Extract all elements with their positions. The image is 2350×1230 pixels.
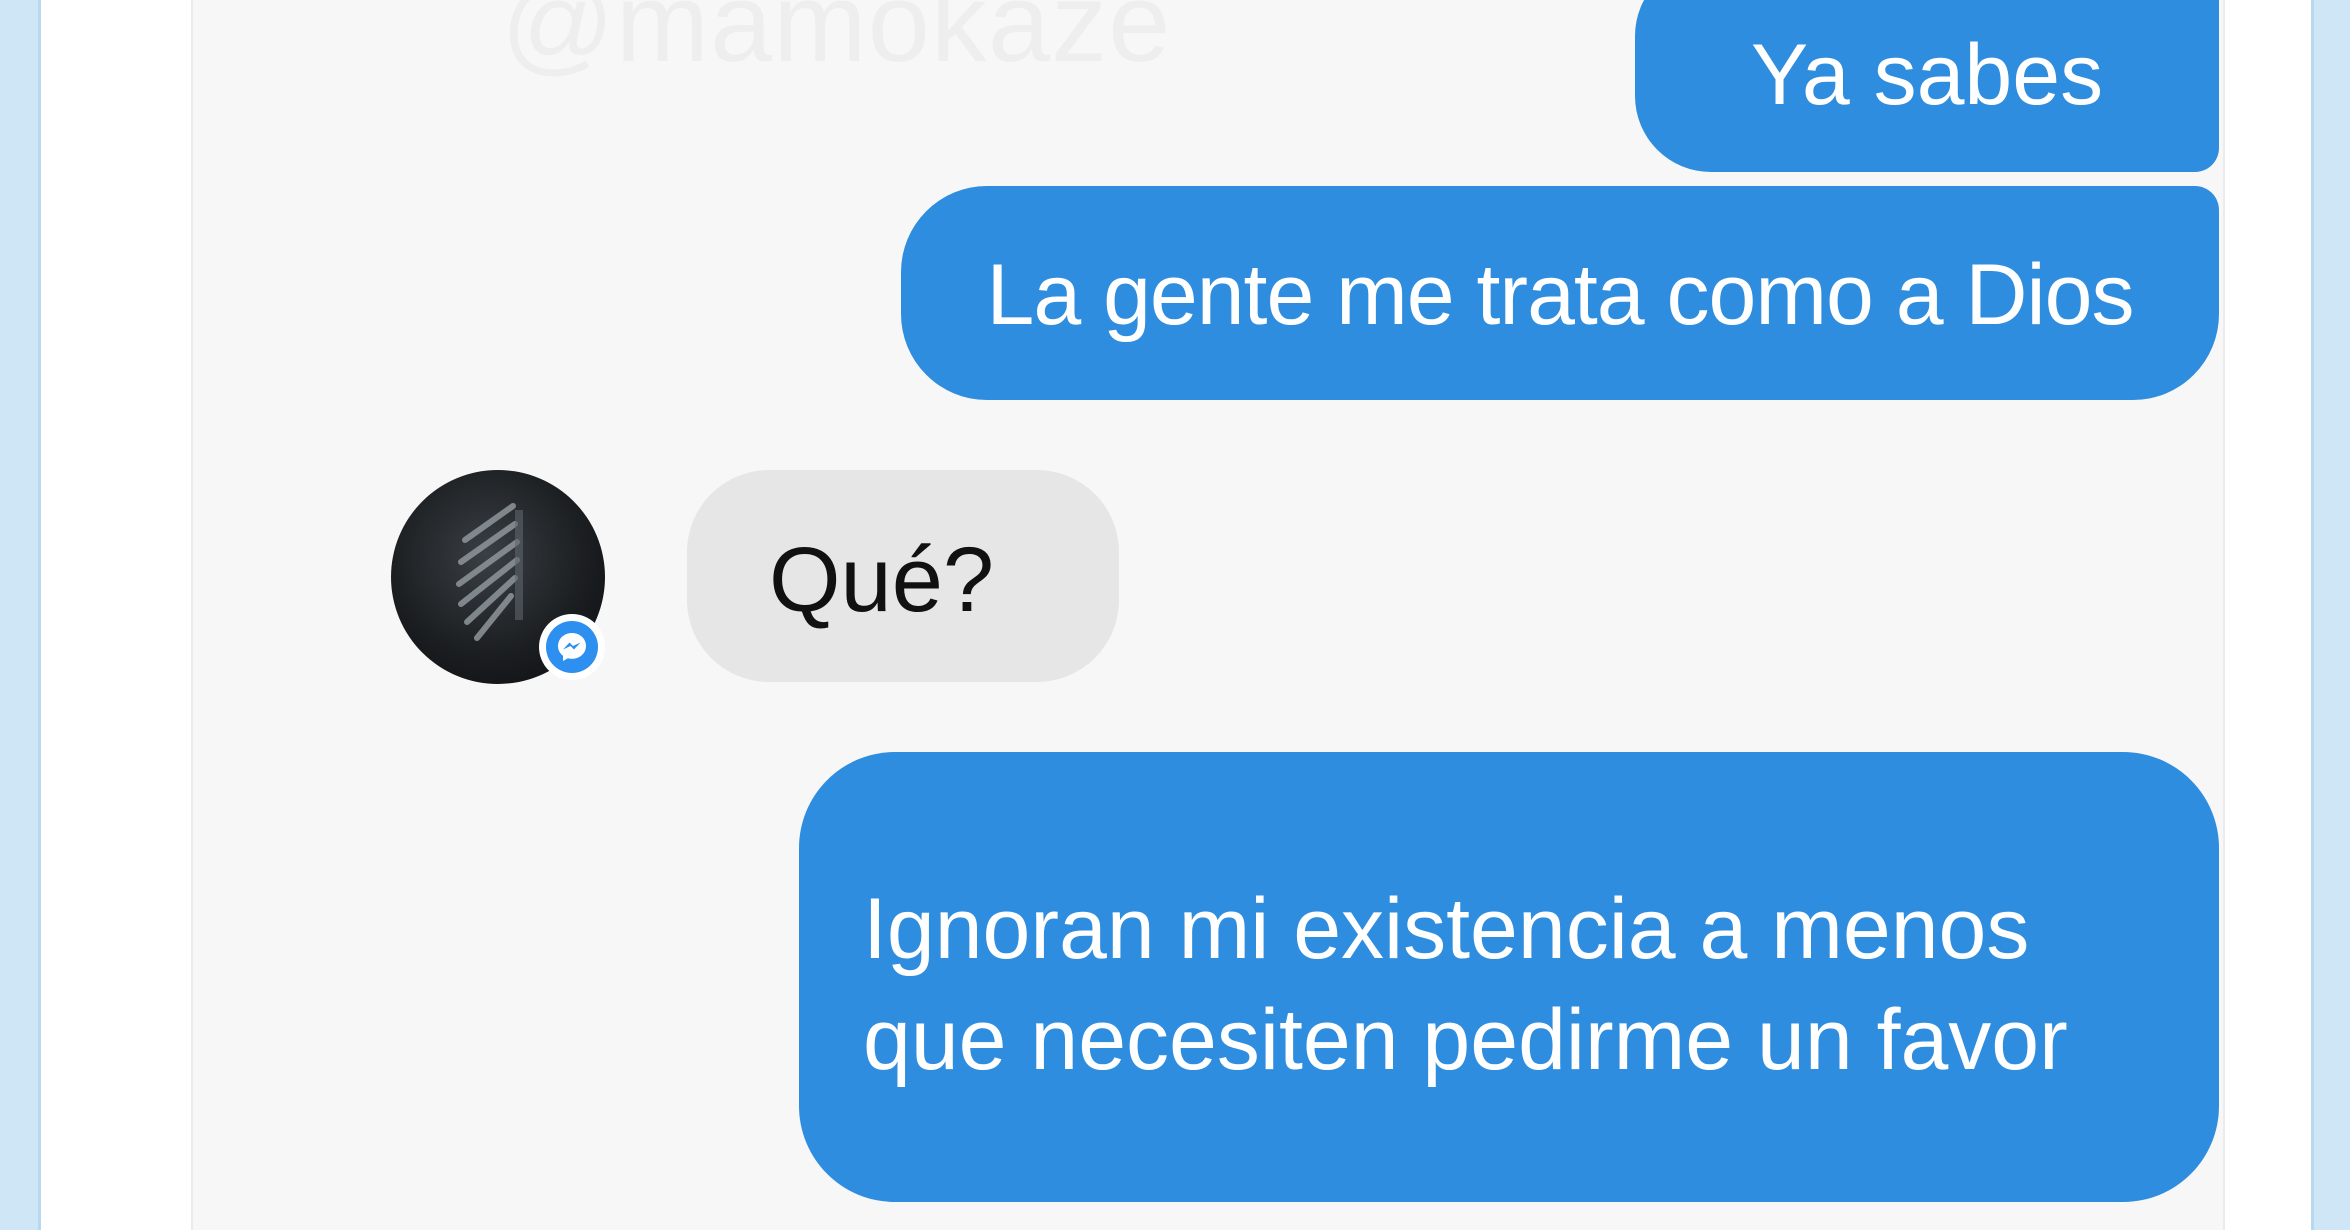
watermark: @mamokaze bbox=[501, 0, 1171, 87]
message-bubble-incoming[interactable]: Qué? bbox=[687, 470, 1119, 682]
message-text-line: que necesiten pedirme un favor bbox=[863, 992, 2068, 1088]
wings-of-freedom-emblem-icon bbox=[456, 503, 523, 641]
message-text: Qué? bbox=[769, 529, 995, 631]
messenger-icon bbox=[558, 633, 586, 661]
message-bubble-outgoing[interactable]: Ya sabes bbox=[1635, 0, 2219, 172]
message-text: La gente me trata como a Dios bbox=[986, 247, 2135, 343]
message-text-line: Ignoran mi existencia a menos bbox=[863, 881, 2030, 977]
message-bubble-outgoing[interactable]: La gente me trata como a Dios bbox=[901, 186, 2219, 400]
chat-thread[interactable]: @mamokaze Ya sabes La gente me trata com… bbox=[191, 0, 2225, 1230]
message-text: Ya sabes bbox=[1750, 27, 2104, 123]
message-bubble-outgoing[interactable]: Ignoran mi existencia a menos que necesi… bbox=[799, 752, 2219, 1202]
screenshot-frame: @mamokaze Ya sabes La gente me trata com… bbox=[38, 0, 2314, 1230]
messenger-badge bbox=[539, 614, 605, 680]
